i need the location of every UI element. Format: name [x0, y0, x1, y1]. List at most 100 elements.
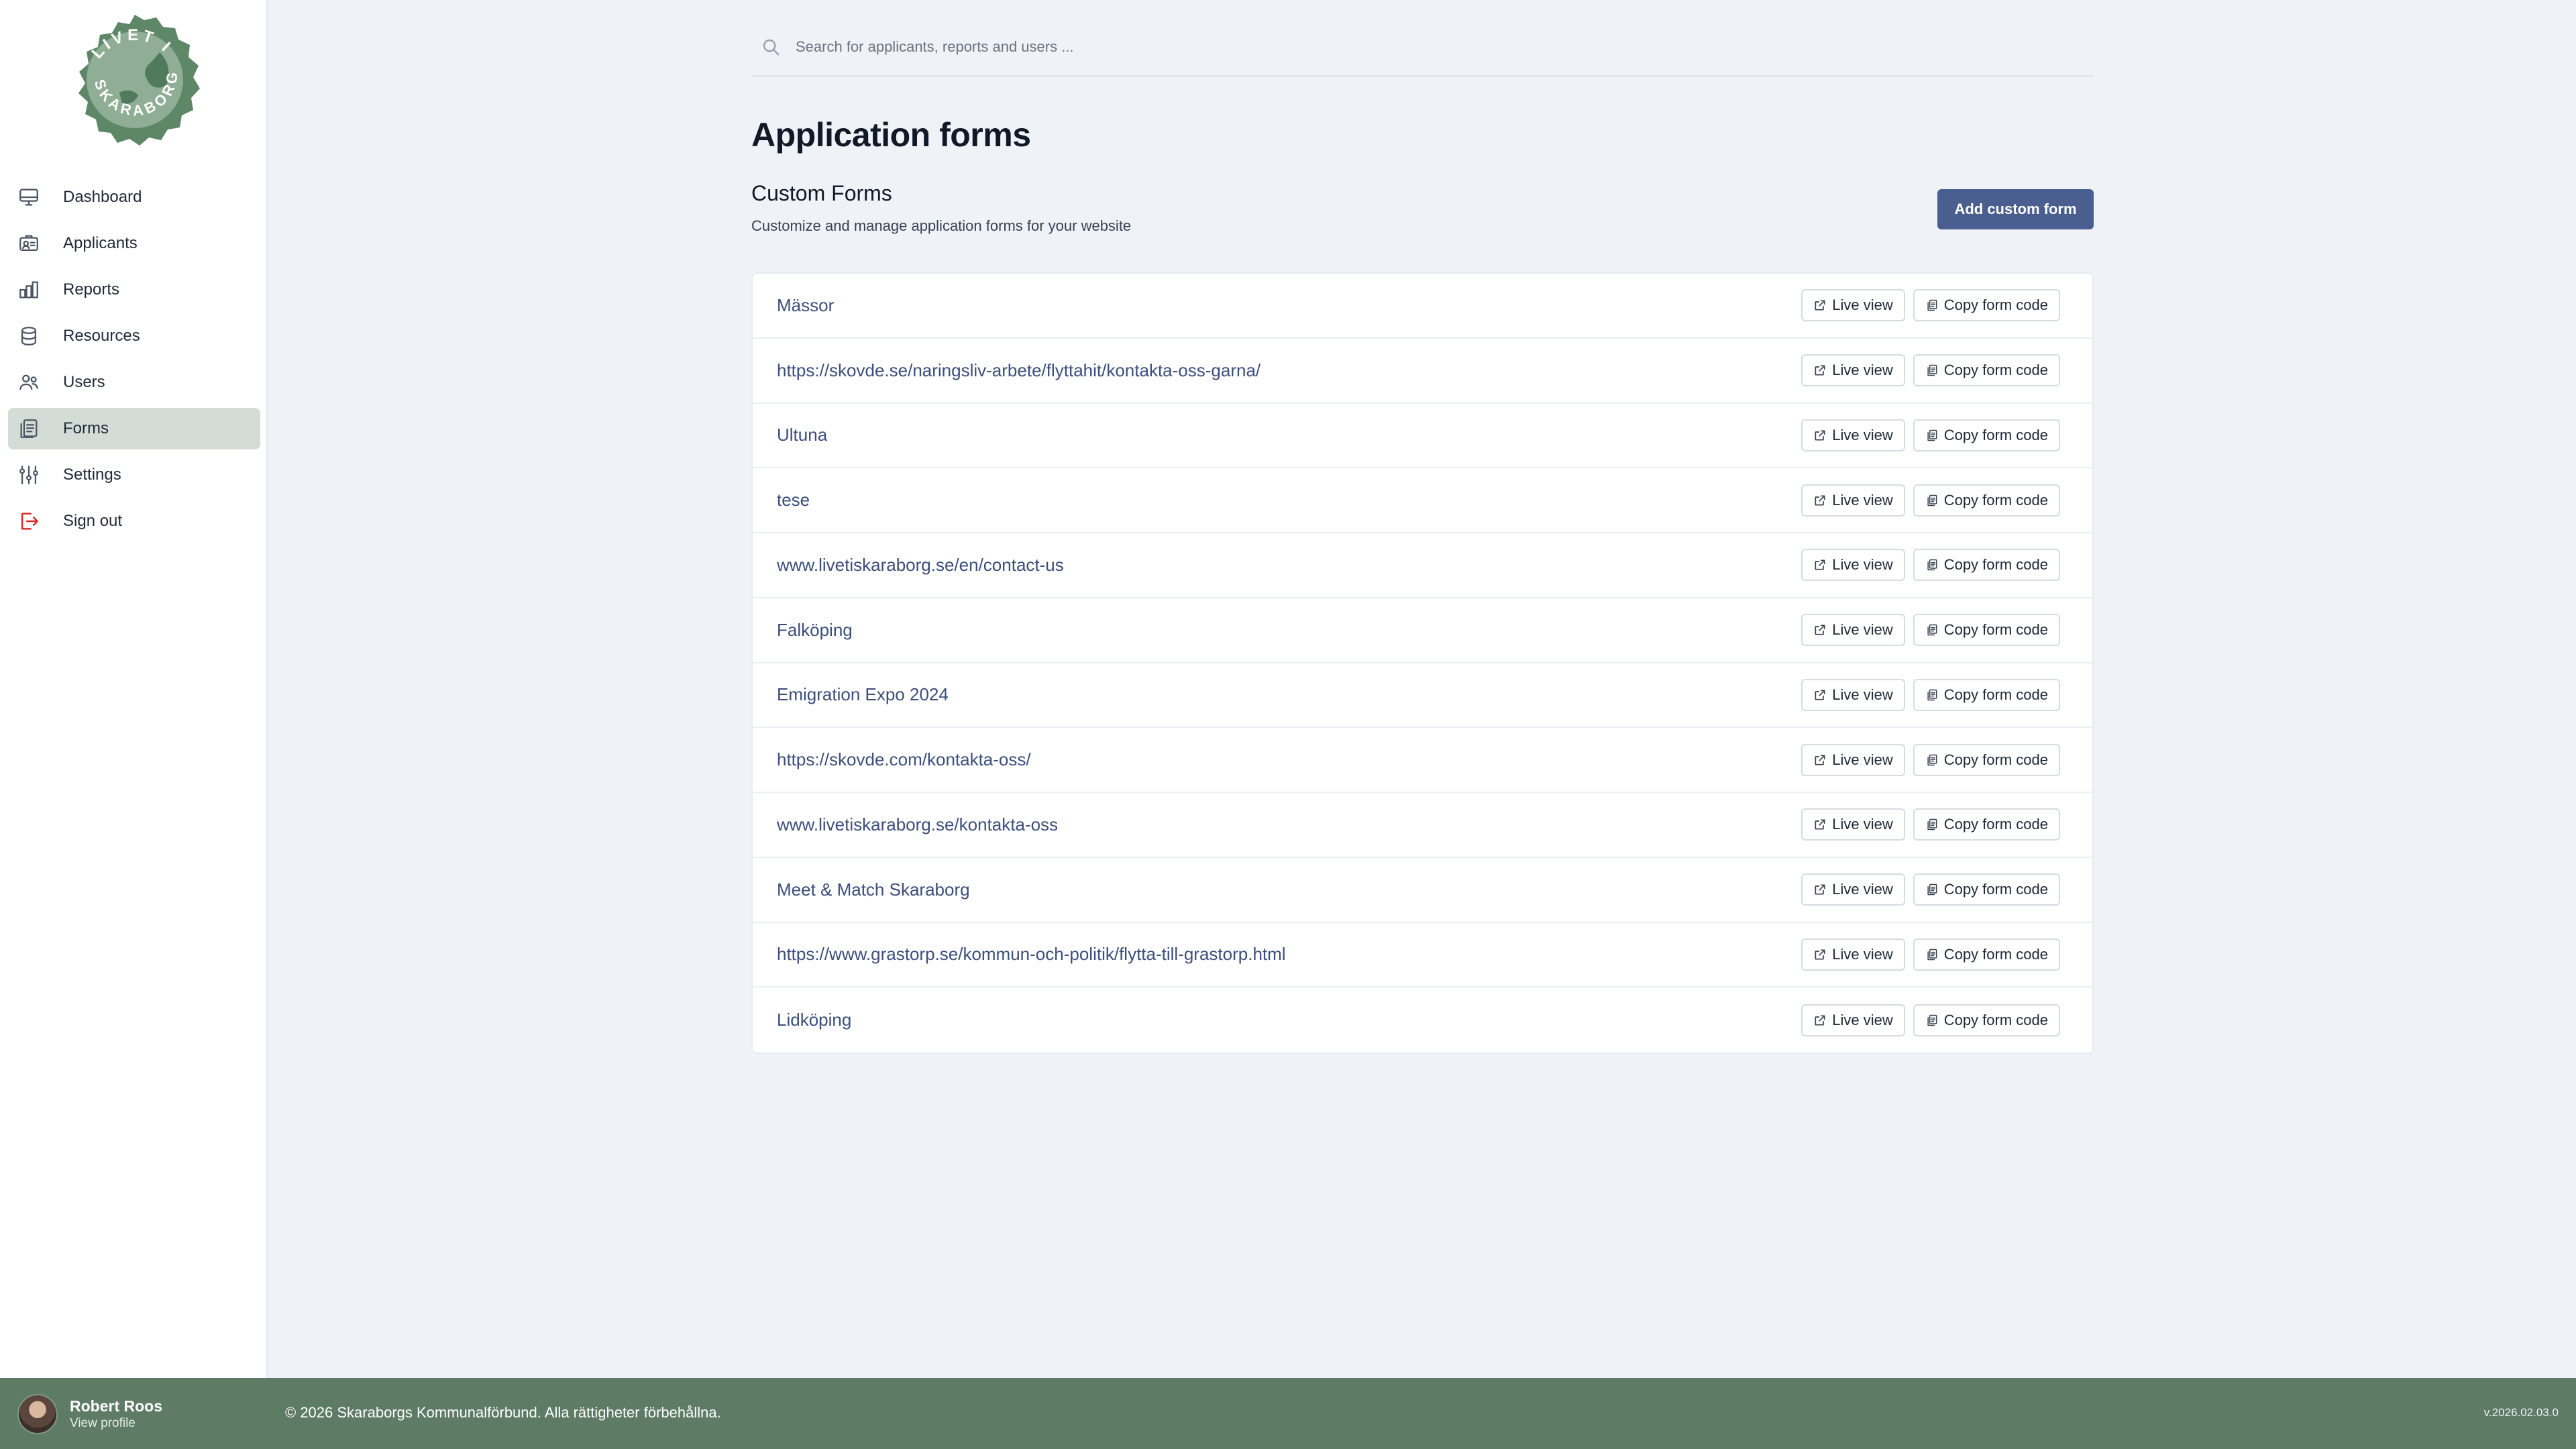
- external-link-icon: [1815, 495, 1825, 506]
- page-title: Application forms: [751, 116, 1031, 154]
- form-actions: Live view Copy form code: [1801, 419, 2060, 451]
- form-row: Mässor Live view Copy form code: [753, 274, 2092, 339]
- copy-icon: [1927, 494, 1937, 506]
- live-view-button[interactable]: Live view: [1801, 743, 1905, 776]
- copy-form-code-button[interactable]: Copy form code: [1913, 1004, 2060, 1036]
- sidebar-item-users[interactable]: Users: [8, 362, 260, 403]
- sidebar-nav: Dashboard Applicants Reports Resources U…: [8, 176, 260, 547]
- search-bar: [751, 19, 2094, 76]
- sidebar-item-label: Settings: [63, 466, 121, 484]
- copy-form-code-label: Copy form code: [1943, 621, 2048, 639]
- form-name-link[interactable]: Meet & Match Skaraborg: [777, 879, 970, 900]
- copy-form-code-button[interactable]: Copy form code: [1913, 614, 2060, 647]
- form-row: https://www.grastorp.se/kommun-och-polit…: [753, 923, 2092, 988]
- form-name-link[interactable]: www.livetiskaraborg.se/en/contact-us: [777, 555, 1064, 576]
- live-view-label: Live view: [1832, 816, 1893, 833]
- form-name-link[interactable]: https://skovde.com/kontakta-oss/: [777, 749, 1031, 770]
- copy-form-code-button[interactable]: Copy form code: [1913, 938, 2060, 971]
- live-view-label: Live view: [1832, 751, 1893, 768]
- live-view-button[interactable]: Live view: [1801, 938, 1905, 971]
- copy-form-code-label: Copy form code: [1943, 426, 2048, 443]
- form-name-link[interactable]: tese: [777, 490, 810, 511]
- external-link-icon: [1815, 430, 1825, 441]
- live-view-button[interactable]: Live view: [1801, 614, 1905, 647]
- live-view-button[interactable]: Live view: [1801, 1004, 1905, 1036]
- view-profile-link[interactable]: View profile: [70, 1415, 162, 1432]
- copy-form-code-button[interactable]: Copy form code: [1913, 419, 2060, 451]
- form-actions: Live view Copy form code: [1801, 808, 2060, 841]
- copy-icon: [1927, 819, 1937, 830]
- external-link-icon: [1815, 559, 1825, 570]
- form-actions: Live view Copy form code: [1801, 614, 2060, 647]
- form-actions: Live view Copy form code: [1801, 484, 2060, 517]
- copy-form-code-button[interactable]: Copy form code: [1913, 484, 2060, 517]
- live-view-button[interactable]: Live view: [1801, 549, 1905, 582]
- copy-form-code-button[interactable]: Copy form code: [1913, 549, 2060, 582]
- form-name-link[interactable]: https://www.grastorp.se/kommun-och-polit…: [777, 944, 1286, 965]
- copy-form-code-label: Copy form code: [1943, 1011, 2048, 1028]
- copy-form-code-button[interactable]: Copy form code: [1913, 743, 2060, 776]
- search-input[interactable]: [794, 38, 2004, 56]
- copy-form-code-button[interactable]: Copy form code: [1913, 289, 2060, 322]
- sidebar-item-dashboard[interactable]: Dashboard: [8, 176, 260, 218]
- form-row: Falköping Live view Copy form code: [753, 598, 2092, 663]
- version-label: v.2026.02.03.0: [2483, 1406, 2559, 1419]
- form-actions: Live view Copy form code: [1801, 549, 2060, 582]
- brand-logo[interactable]: LIVET I SKARABORG: [66, 12, 204, 146]
- add-custom-form-button[interactable]: Add custom form: [1937, 189, 2094, 229]
- live-view-label: Live view: [1832, 686, 1893, 703]
- form-name-link[interactable]: www.livetiskaraborg.se/kontakta-oss: [777, 814, 1058, 835]
- form-name-link[interactable]: https://skovde.se/naringsliv-arbete/flyt…: [777, 360, 1260, 381]
- sidebar-item-label: Users: [63, 373, 105, 391]
- copy-form-code-button[interactable]: Copy form code: [1913, 678, 2060, 711]
- sidebar-item-reports[interactable]: Reports: [8, 269, 260, 311]
- form-actions: Live view Copy form code: [1801, 289, 2060, 322]
- copy-form-code-button[interactable]: Copy form code: [1913, 873, 2060, 906]
- live-view-label: Live view: [1832, 297, 1893, 314]
- live-view-button[interactable]: Live view: [1801, 678, 1905, 711]
- footer: Robert Roos View profile © 2026 Skarabor…: [0, 1378, 2576, 1449]
- live-view-label: Live view: [1832, 1011, 1893, 1028]
- form-name-link[interactable]: Falköping: [777, 620, 853, 641]
- sidebar-item-applicants[interactable]: Applicants: [8, 223, 260, 264]
- forms-list: Mässor Live view Copy form code https://sko…: [751, 272, 2094, 1054]
- sidebar-item-label: Reports: [63, 280, 120, 299]
- user-name: Robert Roos: [70, 1397, 162, 1415]
- copy-icon: [1927, 559, 1937, 571]
- copy-form-code-label: Copy form code: [1943, 556, 2048, 574]
- live-view-button[interactable]: Live view: [1801, 419, 1905, 451]
- form-name-link[interactable]: Emigration Expo 2024: [777, 684, 949, 705]
- form-row: Ultuna Live view Copy form code: [753, 404, 2092, 469]
- sidebar-item-settings[interactable]: Settings: [8, 454, 260, 496]
- form-actions: Live view Copy form code: [1801, 873, 2060, 906]
- sidebar-item-resources[interactable]: Resources: [8, 315, 260, 357]
- sidebar-item-label: Applicants: [63, 234, 138, 252]
- external-link-icon: [1815, 819, 1825, 830]
- copy-icon: [1927, 883, 1937, 896]
- copy-form-code-label: Copy form code: [1943, 686, 2048, 703]
- form-name-link[interactable]: Lidköping: [777, 1010, 851, 1030]
- external-link-icon: [1815, 365, 1825, 376]
- form-name-link[interactable]: Ultuna: [777, 425, 827, 445]
- form-name-link[interactable]: Mässor: [777, 295, 834, 316]
- copyright-text: © 2026 Skaraborgs Kommunalförbund. Alla …: [285, 1404, 721, 1421]
- copy-form-code-button[interactable]: Copy form code: [1913, 808, 2060, 841]
- avatar[interactable]: [17, 1394, 58, 1434]
- live-view-button[interactable]: Live view: [1801, 289, 1905, 322]
- external-link-icon: [1815, 755, 1825, 765]
- monitor-icon: [17, 186, 40, 209]
- live-view-button[interactable]: Live view: [1801, 484, 1905, 517]
- form-actions: Live view Copy form code: [1801, 938, 2060, 971]
- form-row: Meet & Match Skaraborg Live view Copy form…: [753, 858, 2092, 923]
- sidebar-item-forms[interactable]: Forms: [8, 408, 260, 449]
- sidebar-item-label: Dashboard: [63, 188, 142, 206]
- copy-icon: [1927, 300, 1937, 311]
- sidebar-item-label: Resources: [63, 327, 140, 345]
- live-view-button[interactable]: Live view: [1801, 873, 1905, 906]
- copy-form-code-button[interactable]: Copy form code: [1913, 354, 2060, 387]
- sidebar-item-sign-out[interactable]: Sign out: [8, 500, 260, 542]
- user-profile[interactable]: Robert Roos View profile: [17, 1394, 162, 1434]
- live-view-button[interactable]: Live view: [1801, 808, 1905, 841]
- live-view-button[interactable]: Live view: [1801, 354, 1905, 387]
- form-actions: Live view Copy form code: [1801, 354, 2060, 387]
